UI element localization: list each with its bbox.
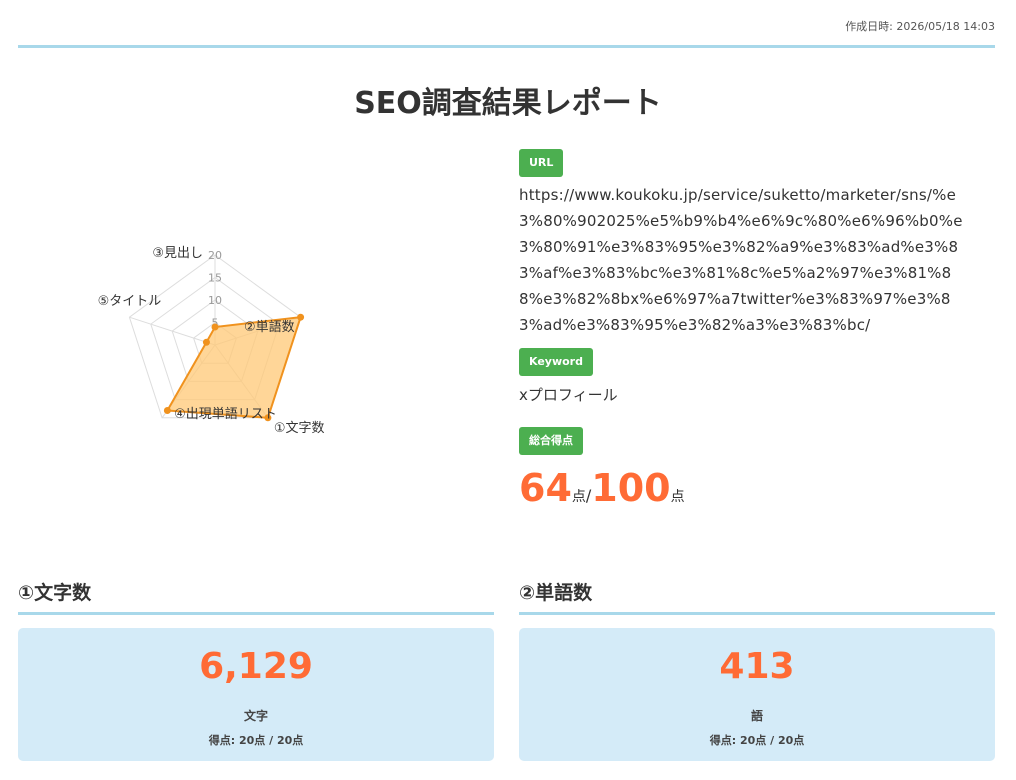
- radar-axis-label: ①文字数: [274, 421, 325, 436]
- url-badge: URL: [519, 149, 564, 177]
- chars-unit: 文字: [243, 709, 268, 723]
- chars-value: 6,129: [199, 646, 313, 687]
- section-title-words: ②単語数: [519, 582, 593, 604]
- radar-data-point: [297, 313, 305, 321]
- total-score: 64点/100点: [519, 466, 685, 510]
- total-score-badge: 総合得点: [519, 427, 583, 455]
- section-divider-chars: [18, 612, 494, 615]
- score-unit: 点: [571, 489, 586, 505]
- radar-tick-label: 20: [208, 249, 222, 262]
- words-card: 413 語 得点: 20点 / 20点: [519, 628, 995, 761]
- score-max: 100: [591, 466, 671, 510]
- radar-data-point: [202, 338, 210, 346]
- words-score: 得点: 20点 / 20点: [709, 734, 805, 747]
- radar-grid-spoke: [129, 316, 216, 346]
- radar-axis-label: ②単語数: [244, 319, 295, 335]
- radar-chart: 5101520 ①文字数②単語数③見出し⑤タイトル④出現単語リスト: [98, 246, 325, 436]
- radar-data-point: [163, 407, 171, 415]
- url-text: https://www.koukoku.jp/service/suketto/m…: [519, 186, 963, 334]
- chars-card: 6,129 文字 得点: 20点 / 20点: [18, 628, 494, 761]
- radar-tick-label: 10: [208, 294, 222, 307]
- keyword-badge: Keyword: [519, 348, 593, 376]
- keyword-text: xプロフィール: [519, 386, 618, 404]
- radar-tick-label: 15: [208, 272, 222, 285]
- score-max-unit: 点: [670, 489, 685, 505]
- section-title-chars: ①文字数: [18, 582, 92, 604]
- chars-score: 得点: 20点 / 20点: [208, 734, 304, 747]
- radar-data-point: [211, 323, 219, 331]
- radar-axis-label: ⑤タイトル: [98, 294, 162, 309]
- radar-axis-label: ③見出し: [152, 246, 203, 261]
- words-value: 413: [719, 646, 795, 687]
- created-date: 作成日時: 2026/05/18 14:03: [845, 20, 995, 33]
- section-divider-words: [519, 612, 995, 615]
- page-title: SEO調査結果レポート: [354, 86, 662, 121]
- score-value: 64: [519, 466, 572, 510]
- words-unit: 語: [750, 709, 763, 723]
- top-divider: [18, 45, 995, 48]
- radar-axis-label: ④出現単語リスト: [174, 406, 277, 422]
